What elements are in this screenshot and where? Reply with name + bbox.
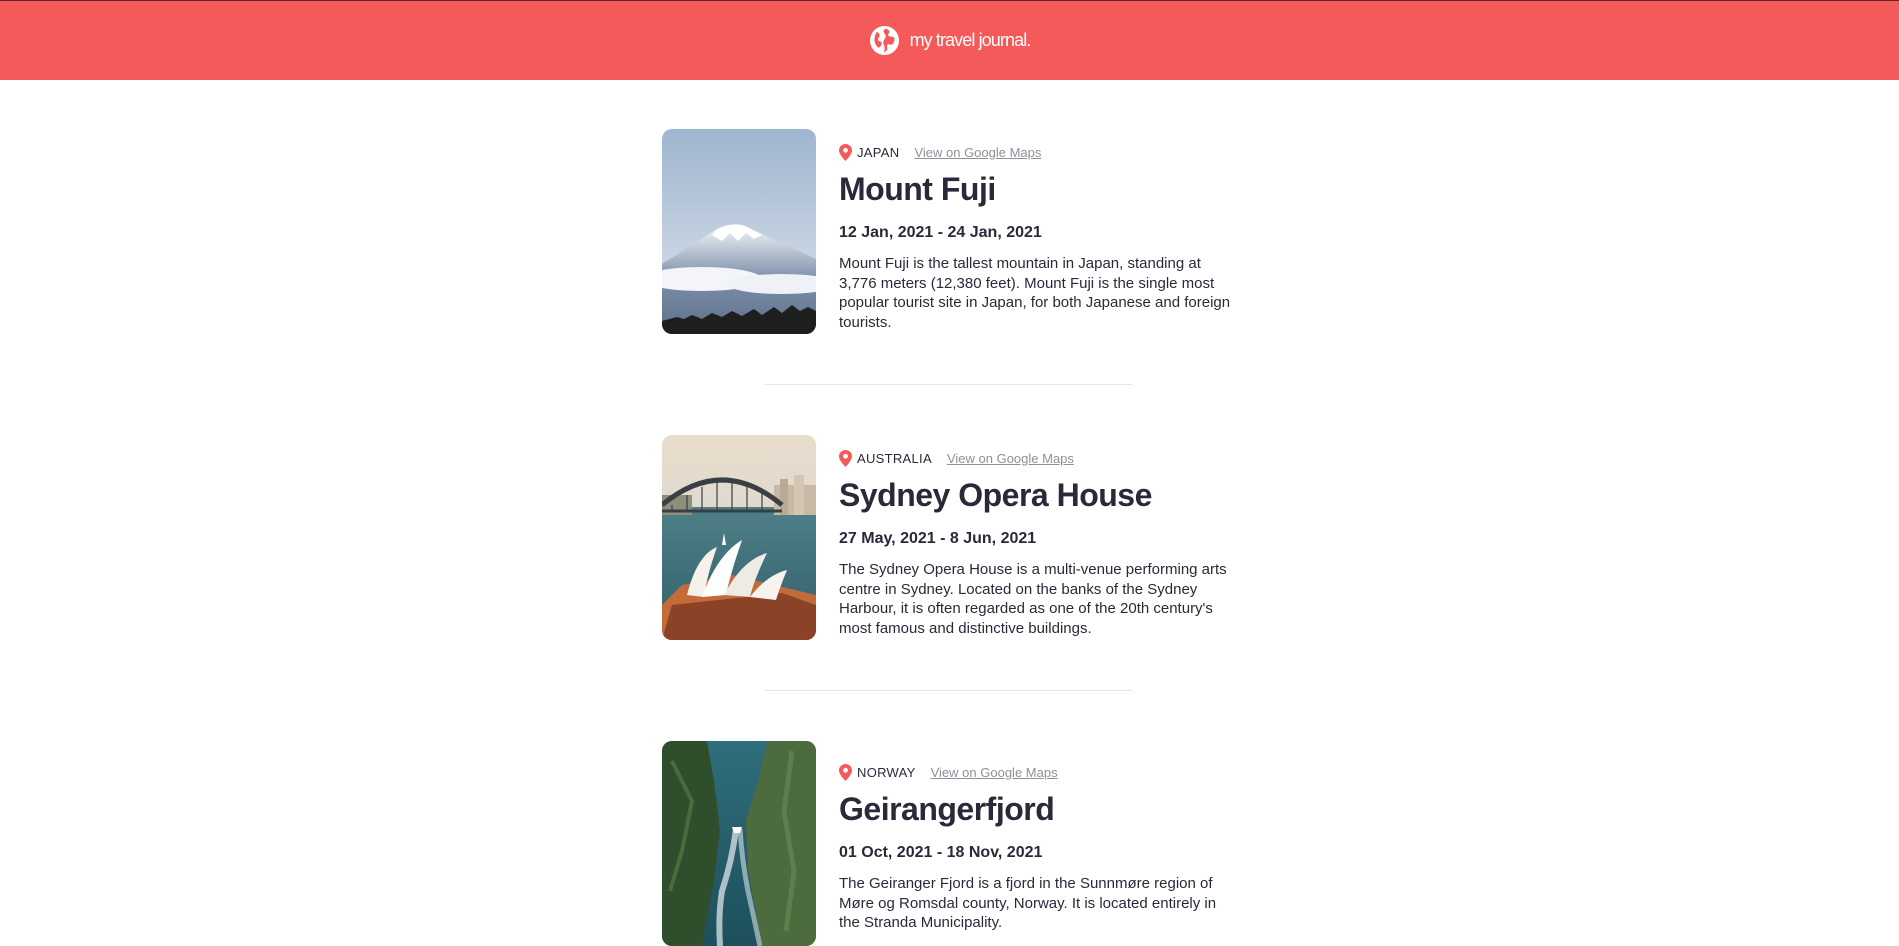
trip-dates: 12 Jan, 2021 - 24 Jan, 2021 [839, 224, 1042, 241]
entry-divider [765, 384, 1132, 385]
entry-title: Sydney Opera House [839, 477, 1152, 513]
trip-dates: 01 Oct, 2021 - 18 Nov, 2021 [839, 844, 1043, 861]
journal-entries: JAPAN View on Google Maps Mount Fuji 12 … [662, 129, 1242, 946]
entry-info: JAPAN View on Google Maps Mount Fuji 12 … [839, 129, 1239, 332]
location-row: AUSTRALIA View on Google Maps [839, 449, 1239, 467]
country-label: NORWAY [857, 764, 916, 780]
google-maps-link[interactable]: View on Google Maps [931, 765, 1058, 780]
mount-fuji-photo [662, 129, 816, 334]
geirangerfjord-photo [662, 741, 816, 946]
sydney-opera-house-photo [662, 435, 816, 640]
entry-description: The Geiranger Fjord is a fjord in the Su… [839, 875, 1217, 931]
entry-divider [765, 690, 1132, 691]
app-header: my travel journal. [0, 0, 1899, 80]
entry-info: AUSTRALIA View on Google Maps Sydney Ope… [839, 435, 1239, 638]
trip-dates: 27 May, 2021 - 8 Jun, 2021 [839, 530, 1037, 547]
location-pin-icon [839, 143, 852, 161]
country-label: JAPAN [857, 144, 900, 160]
google-maps-link[interactable]: View on Google Maps [914, 145, 1041, 160]
location-pin-icon [839, 763, 852, 781]
google-maps-link[interactable]: View on Google Maps [947, 451, 1074, 466]
location-pin-icon [839, 449, 852, 467]
location-row: NORWAY View on Google Maps [839, 763, 1239, 781]
globe-icon [869, 25, 899, 56]
journal-entry: AUSTRALIA View on Google Maps Sydney Ope… [662, 435, 1242, 640]
country-label: AUSTRALIA [857, 450, 932, 466]
journal-entry: NORWAY View on Google Maps Geirangerfjor… [662, 741, 1242, 946]
entry-title: Mount Fuji [839, 171, 996, 207]
entry-description: The Sydney Opera House is a multi-venue … [839, 561, 1227, 637]
journal-entry: JAPAN View on Google Maps Mount Fuji 12 … [662, 129, 1242, 334]
entry-info: NORWAY View on Google Maps Geirangerfjor… [839, 741, 1239, 933]
entry-title: Geirangerfjord [839, 791, 1055, 827]
app-title: my travel journal. [909, 30, 1032, 50]
location-row: JAPAN View on Google Maps [839, 143, 1239, 161]
entry-description: Mount Fuji is the tallest mountain in Ja… [839, 255, 1231, 331]
